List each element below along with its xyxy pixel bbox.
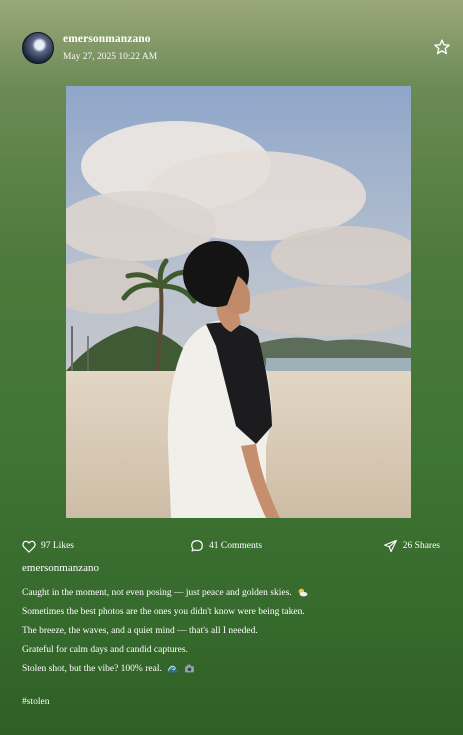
share-button[interactable]: 26 Shares bbox=[383, 537, 440, 555]
post-username[interactable]: emersonmanzano bbox=[63, 33, 151, 45]
likes-count: 97 Likes bbox=[41, 541, 74, 551]
caption-line: Caught in the moment, not even posing — … bbox=[22, 584, 442, 603]
shares-count: 26 Shares bbox=[402, 541, 440, 551]
post-timestamp: May 27, 2025 10:22 AM bbox=[63, 52, 158, 62]
sun-behind-cloud-icon bbox=[298, 588, 308, 597]
send-icon bbox=[383, 539, 397, 553]
caption-line: Stolen shot, but the vibe? 100% real. bbox=[22, 660, 442, 679]
post-card: emersonmanzano May 27, 2025 10:22 AM 97 … bbox=[0, 0, 463, 735]
avatar[interactable] bbox=[22, 32, 54, 64]
comments-count: 41 Comments bbox=[209, 541, 263, 551]
hashtag-link[interactable]: #stolen bbox=[22, 697, 49, 707]
caption-line: The breeze, the waves, and a quiet mind … bbox=[22, 626, 258, 636]
comment-icon bbox=[191, 540, 203, 552]
comment-button[interactable]: 41 Comments bbox=[190, 537, 262, 555]
post-caption: Caught in the moment, not even posing — … bbox=[22, 584, 442, 679]
caption-username[interactable]: emersonmanzano bbox=[22, 562, 99, 574]
caption-line: Grateful for calm days and candid captur… bbox=[22, 645, 188, 655]
like-button[interactable]: 97 Likes bbox=[22, 537, 74, 555]
wave-icon bbox=[167, 666, 178, 673]
beach-photo-illustration bbox=[66, 86, 411, 518]
heart-icon bbox=[22, 540, 36, 553]
post-actions: 97 Likes 41 Comments 26 Shares bbox=[22, 537, 440, 555]
post-photo[interactable] bbox=[66, 86, 411, 518]
star-outline-icon[interactable] bbox=[433, 38, 451, 56]
post-header: emersonmanzano May 27, 2025 10:22 AM bbox=[22, 32, 451, 68]
camera-icon bbox=[184, 664, 194, 673]
caption-line: Sometimes the best photos are the ones y… bbox=[22, 607, 305, 617]
